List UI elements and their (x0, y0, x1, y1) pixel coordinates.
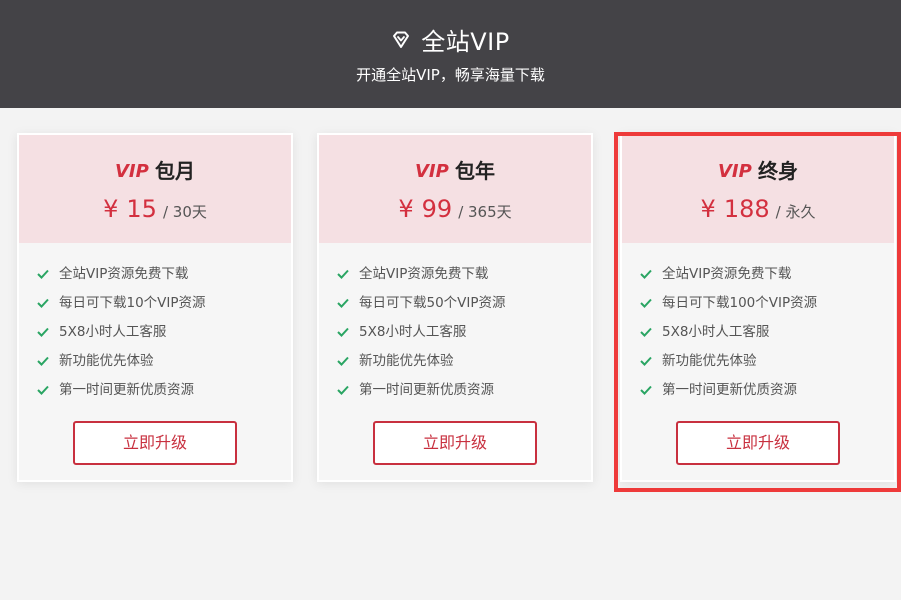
vip-logo: VIP (115, 160, 149, 182)
plan-name: 终身 (758, 159, 798, 183)
check-icon (37, 383, 49, 395)
price-value: 15 (126, 195, 157, 223)
check-icon (37, 354, 49, 366)
feature-item: 全站VIP资源免费下载 (640, 257, 880, 286)
check-icon (640, 383, 652, 395)
feature-text: 每日可下载10个VIP资源 (59, 294, 206, 311)
diamond-icon (391, 30, 411, 50)
check-icon (337, 383, 349, 395)
check-icon (37, 267, 49, 279)
feature-item: 全站VIP资源免费下载 (337, 257, 577, 286)
feature-item: 5X8小时人工客服 (640, 315, 880, 344)
feature-text: 5X8小时人工客服 (359, 323, 467, 340)
plan-title-row: VIP 终身 (622, 155, 894, 184)
plan-title-row: VIP 包年 (319, 155, 591, 184)
currency-symbol: ¥ (103, 195, 119, 223)
header-title-row: 全站VIP (0, 22, 901, 57)
price-period: / 永久 (775, 203, 816, 221)
feature-text: 5X8小时人工客服 (59, 323, 167, 340)
check-icon (37, 296, 49, 308)
plan-name: 包年 (455, 159, 495, 183)
upgrade-button-lifetime[interactable]: 立即升级 (676, 421, 840, 465)
feature-text: 全站VIP资源免费下载 (662, 265, 792, 282)
price-period: / 30天 (162, 203, 207, 221)
feature-item: 每日可下载50个VIP资源 (337, 286, 577, 315)
feature-text: 每日可下载100个VIP资源 (662, 294, 818, 311)
plan-name: 包月 (155, 159, 195, 183)
feature-list: 全站VIP资源免费下载 每日可下载10个VIP资源 5X8小时人工客服 新功能优… (37, 257, 277, 402)
feature-item: 第一时间更新优质资源 (337, 373, 577, 402)
check-icon (37, 325, 49, 337)
upgrade-button-monthly[interactable]: 立即升级 (73, 421, 237, 465)
check-icon (337, 267, 349, 279)
vip-logo: VIP (718, 160, 752, 182)
svg-text:VIP: VIP (718, 161, 752, 180)
feature-item: 第一时间更新优质资源 (640, 373, 880, 402)
check-icon (640, 325, 652, 337)
plan-card-header: VIP 包月 ¥ 15 / 30天 (19, 135, 291, 243)
currency-symbol: ¥ (700, 195, 716, 223)
price-row: ¥ 15 / 30天 (19, 195, 291, 223)
page-subtitle: 开通全站VIP，畅享海量下载 (356, 66, 545, 84)
feature-item: 全站VIP资源免费下载 (37, 257, 277, 286)
svg-text:VIP: VIP (415, 161, 449, 180)
check-icon (337, 296, 349, 308)
feature-text: 每日可下载50个VIP资源 (359, 294, 506, 311)
feature-item: 新功能优先体验 (337, 344, 577, 373)
feature-item: 5X8小时人工客服 (337, 315, 577, 344)
check-icon (337, 325, 349, 337)
vip-logo: VIP (415, 160, 449, 182)
plan-card-monthly: VIP 包月 ¥ 15 / 30天 全站VIP资源免费下载 每日可下载10个VI… (17, 133, 293, 482)
feature-text: 新功能优先体验 (59, 352, 154, 369)
feature-text: 全站VIP资源免费下载 (359, 265, 489, 282)
plan-card-header: VIP 终身 ¥ 188 / 永久 (622, 135, 894, 243)
check-icon (640, 354, 652, 366)
feature-text: 新功能优先体验 (662, 352, 757, 369)
price-row: ¥ 188 / 永久 (622, 195, 894, 223)
feature-text: 第一时间更新优质资源 (359, 381, 494, 398)
feature-item: 新功能优先体验 (37, 344, 277, 373)
feature-item: 每日可下载100个VIP资源 (640, 286, 880, 315)
price-period: / 365天 (458, 203, 512, 221)
upgrade-button-yearly[interactable]: 立即升级 (373, 421, 537, 465)
feature-text: 第一时间更新优质资源 (662, 381, 797, 398)
plan-card-yearly: VIP 包年 ¥ 99 / 365天 全站VIP资源免费下载 每日可下载50个V… (317, 133, 593, 482)
check-icon (640, 267, 652, 279)
feature-text: 第一时间更新优质资源 (59, 381, 194, 398)
plan-card-header: VIP 包年 ¥ 99 / 365天 (319, 135, 591, 243)
feature-text: 5X8小时人工客服 (662, 323, 770, 340)
feature-item: 每日可下载10个VIP资源 (37, 286, 277, 315)
price-value: 188 (723, 195, 770, 223)
plan-card-lifetime: VIP 终身 ¥ 188 / 永久 全站VIP资源免费下载 每日可下载100个V… (620, 133, 896, 482)
feature-item: 新功能优先体验 (640, 344, 880, 373)
price-value: 99 (421, 195, 453, 223)
feature-item: 5X8小时人工客服 (37, 315, 277, 344)
feature-list: 全站VIP资源免费下载 每日可下载50个VIP资源 5X8小时人工客服 新功能优… (337, 257, 577, 402)
check-icon (337, 354, 349, 366)
feature-list: 全站VIP资源免费下载 每日可下载100个VIP资源 5X8小时人工客服 新功能… (640, 257, 880, 402)
feature-text: 全站VIP资源免费下载 (59, 265, 189, 282)
plan-title-row: VIP 包月 (19, 155, 291, 184)
feature-item: 第一时间更新优质资源 (37, 373, 277, 402)
header-banner: 全站VIP 开通全站VIP，畅享海量下载 (0, 0, 901, 108)
page-title: 全站VIP (421, 28, 510, 56)
check-icon (640, 296, 652, 308)
price-row: ¥ 99 / 365天 (319, 195, 591, 223)
feature-text: 新功能优先体验 (359, 352, 454, 369)
svg-text:VIP: VIP (115, 161, 149, 180)
currency-symbol: ¥ (398, 195, 414, 223)
